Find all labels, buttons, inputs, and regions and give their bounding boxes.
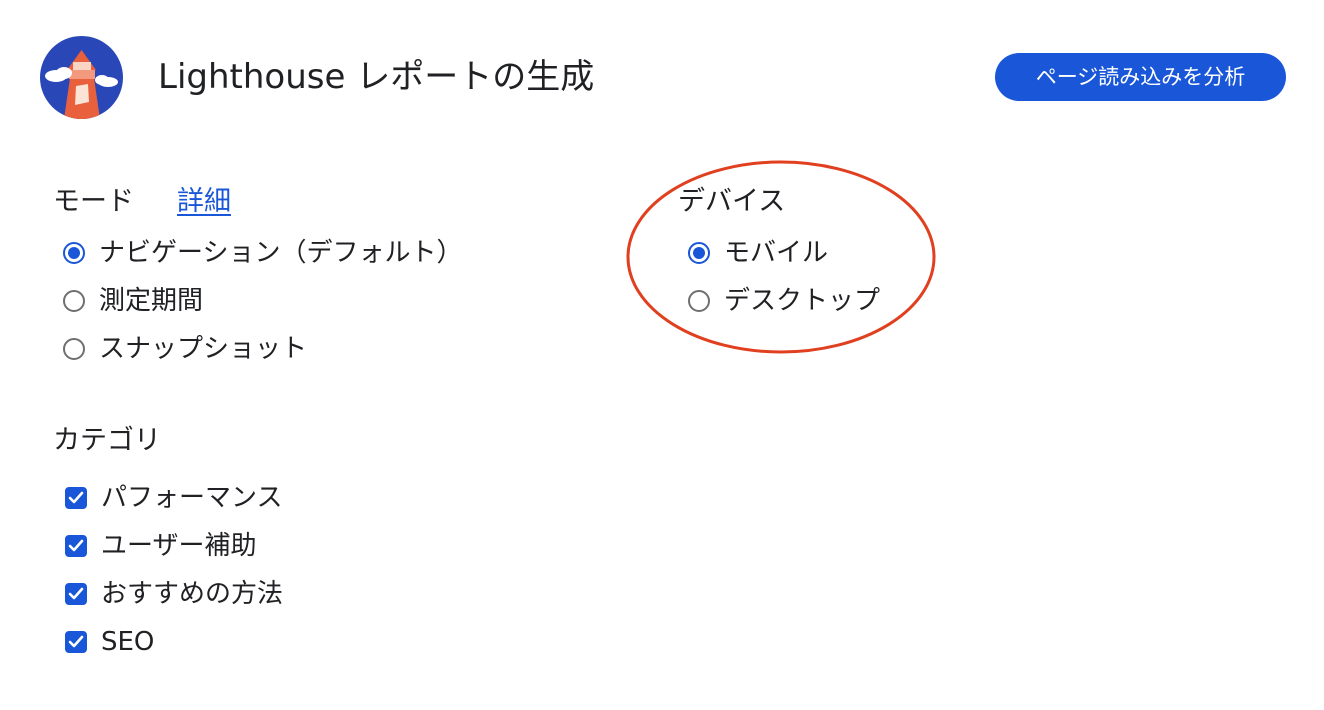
lighthouse-logo-icon [40, 36, 123, 119]
radio-checked-icon[interactable] [63, 242, 85, 264]
checkbox-checked-icon[interactable] [65, 631, 87, 653]
mode-option-label: ナビゲーション（デフォルト） [99, 238, 463, 268]
radio-unchecked-icon[interactable] [63, 290, 85, 312]
mode-option-label: 測定期間 [99, 286, 204, 316]
category-performance[interactable]: パフォーマンス [65, 478, 282, 518]
analyze-page-load-button[interactable]: ページ読み込みを分析 [995, 53, 1286, 101]
mode-label: モード [53, 186, 134, 217]
device-option-desktop[interactable]: デスクトップ [688, 281, 880, 321]
category-accessibility[interactable]: ユーザー補助 [65, 526, 256, 566]
category-seo[interactable]: SEO [65, 622, 154, 662]
mode-option-timespan[interactable]: 測定期間 [63, 281, 203, 321]
device-option-label: モバイル [724, 238, 829, 268]
category-label: おすすめの方法 [101, 579, 284, 609]
checkbox-checked-icon[interactable] [65, 535, 87, 557]
page-title: Lighthouse レポートの生成 [158, 57, 595, 97]
radio-checked-icon[interactable] [688, 242, 710, 264]
mode-option-label: スナップショット [99, 334, 308, 364]
device-option-mobile[interactable]: モバイル [688, 233, 828, 273]
checkbox-checked-icon[interactable] [65, 583, 87, 605]
checkbox-checked-icon[interactable] [65, 487, 87, 509]
learn-more-link[interactable]: 詳細 [177, 182, 231, 222]
device-label: デバイス [678, 186, 786, 217]
category-label: パフォーマンス [101, 483, 283, 513]
mode-option-navigation[interactable]: ナビゲーション（デフォルト） [63, 233, 462, 273]
categories-label: カテゴリ [53, 425, 161, 456]
category-label: ユーザー補助 [101, 531, 257, 561]
category-label: SEO [101, 627, 155, 657]
category-best-practices[interactable]: おすすめの方法 [65, 574, 283, 614]
radio-unchecked-icon[interactable] [63, 338, 85, 360]
device-option-label: デスクトップ [724, 286, 881, 316]
radio-unchecked-icon[interactable] [688, 290, 710, 312]
mode-option-snapshot[interactable]: スナップショット [63, 329, 307, 369]
